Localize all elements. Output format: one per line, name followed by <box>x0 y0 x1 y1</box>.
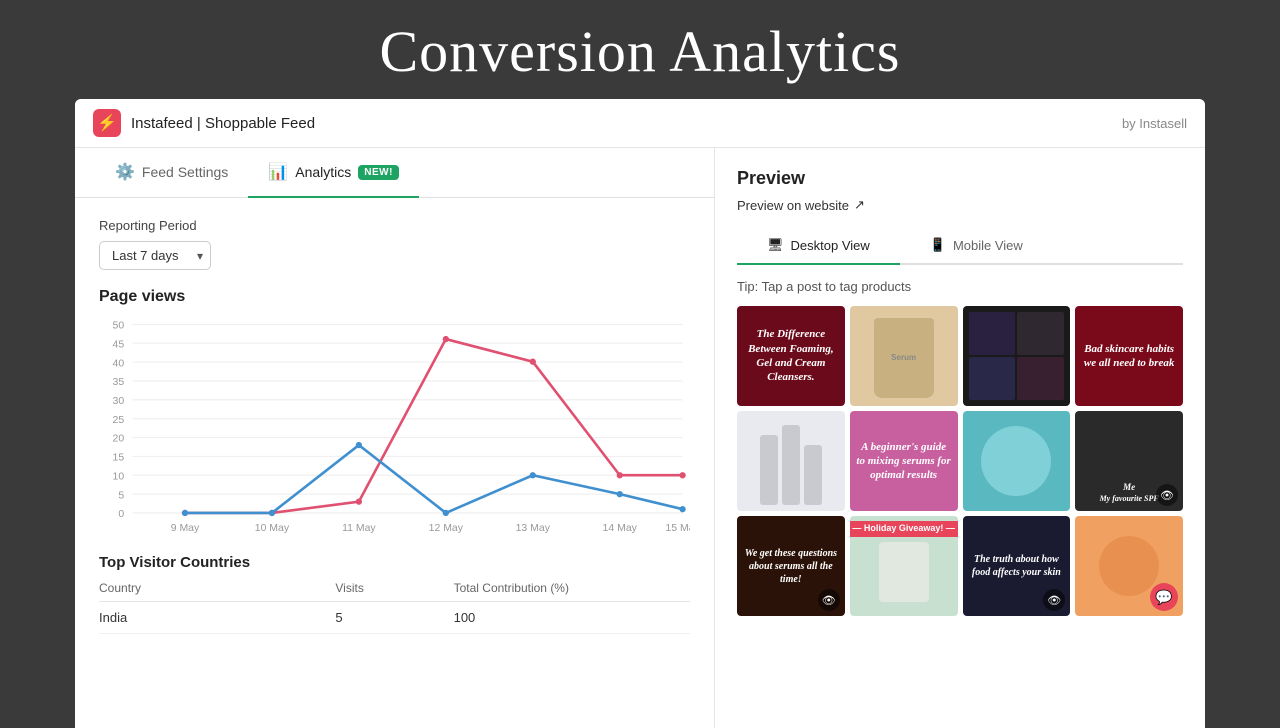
right-panel: Preview Preview on website ↗ 🖥 Desktop V… <box>715 148 1205 728</box>
grid-item-12[interactable]: 💬 <box>1075 516 1183 616</box>
tab-feed-settings-label: Feed Settings <box>142 164 228 180</box>
analytics-content: Reporting Period Last 7 days Last 30 day… <box>75 198 714 654</box>
grid-item-9[interactable]: We get these questions about serums all … <box>737 516 845 616</box>
col-country: Country <box>99 581 335 595</box>
preview-link[interactable]: Preview on website ↗ <box>737 197 1183 213</box>
app-header-by: by Instasell <box>1122 116 1187 131</box>
svg-text:0: 0 <box>118 509 124 520</box>
col-visits: Visits <box>335 581 453 595</box>
svg-text:45: 45 <box>113 339 125 350</box>
top-visitor-title: Top Visitor Countries <box>99 554 690 571</box>
svg-text:13 May: 13 May <box>516 523 551 534</box>
tip-text: Tip: Tap a post to tag products <box>737 279 1183 294</box>
hidden-icon-9: 👁 <box>818 589 840 611</box>
app-icon: ⚡ <box>93 109 121 137</box>
grid-item-8[interactable]: MeMy favourite SPF 👁 <box>1075 411 1183 511</box>
tab-analytics[interactable]: 📊 Analytics NEW! <box>248 148 419 198</box>
blue-dot-5 <box>530 472 536 478</box>
app-window: ⚡ Instafeed | Shoppable Feed by Instasel… <box>75 99 1205 728</box>
tab-analytics-label: Analytics <box>295 164 351 180</box>
app-header-left: ⚡ Instafeed | Shoppable Feed <box>93 109 315 137</box>
svg-text:11 May: 11 May <box>342 523 376 534</box>
row-visits: 5 <box>335 610 453 625</box>
chart-area: 50 45 40 35 30 25 20 15 10 5 0 <box>99 316 690 536</box>
gear-icon: ⚙️ <box>115 162 135 182</box>
pink-dot-3 <box>356 498 362 504</box>
svg-text:10: 10 <box>113 471 125 482</box>
svg-text:15: 15 <box>113 453 125 464</box>
blue-dot-4 <box>443 510 449 516</box>
desktop-view-label: Desktop View <box>791 238 870 253</box>
new-badge: NEW! <box>358 165 399 180</box>
app-header: ⚡ Instafeed | Shoppable Feed by Instasel… <box>75 99 1205 148</box>
grid-item-5[interactable] <box>737 411 845 511</box>
preview-title: Preview <box>737 168 1183 189</box>
app-header-title: Instafeed | Shoppable Feed <box>131 115 315 132</box>
row-contribution: 100 <box>454 610 690 625</box>
tip-label: Tip: <box>737 279 762 294</box>
pink-dot-5 <box>530 359 536 365</box>
svg-text:30: 30 <box>113 396 125 407</box>
pink-line <box>185 339 683 513</box>
image-grid: The Difference Between Foaming, Gel and … <box>737 306 1183 616</box>
svg-text:9 May: 9 May <box>171 523 200 534</box>
row-country: India <box>99 610 335 625</box>
blue-dot-3 <box>356 442 362 448</box>
pink-dot-4 <box>443 336 449 342</box>
pink-dot-6 <box>617 472 623 478</box>
app-body: ⚙️ Feed Settings 📊 Analytics NEW! Report… <box>75 148 1205 728</box>
blue-dot-6 <box>617 491 623 497</box>
mobile-view-label: Mobile View <box>953 238 1023 253</box>
hidden-icon-8: 👁 <box>1156 484 1178 506</box>
blue-dot-7 <box>679 506 685 512</box>
svg-text:35: 35 <box>113 377 125 388</box>
blue-dot-2 <box>269 510 275 516</box>
chat-bubble-icon: 💬 <box>1150 583 1178 611</box>
tabs-bar: ⚙️ Feed Settings 📊 Analytics NEW! <box>75 148 714 198</box>
svg-text:50: 50 <box>113 321 125 332</box>
reporting-period: Reporting Period Last 7 days Last 30 day… <box>99 218 690 270</box>
table-row: India 5 100 <box>99 602 690 634</box>
svg-text:12 May: 12 May <box>429 523 464 534</box>
svg-text:15 May: 15 May <box>665 523 690 534</box>
grid-item-7[interactable] <box>963 411 1071 511</box>
reporting-period-label: Reporting Period <box>99 218 690 233</box>
period-select-wrap[interactable]: Last 7 days Last 30 days Last 90 days <box>99 241 211 270</box>
grid-item-2[interactable]: Serum <box>850 306 958 406</box>
table-header: Country Visits Total Contribution (%) <box>99 581 690 602</box>
period-select[interactable]: Last 7 days Last 30 days Last 90 days <box>99 241 211 270</box>
page-views-title: Page views <box>99 288 690 306</box>
external-link-icon: ↗ <box>854 197 865 213</box>
chart-icon: 📊 <box>268 162 288 182</box>
col-contribution: Total Contribution (%) <box>454 581 690 595</box>
grid-item-6[interactable]: A beginner's guide to mixing serums for … <box>850 411 958 511</box>
svg-text:20: 20 <box>113 434 125 445</box>
grid-item-10[interactable]: — Holiday Giveaway! — <box>850 516 958 616</box>
svg-text:10 May: 10 May <box>255 523 290 534</box>
page-title: Conversion Analytics <box>0 18 1280 85</box>
view-tabs: 🖥 Desktop View 📱 Mobile View <box>737 227 1183 265</box>
pink-dot-7 <box>679 472 685 478</box>
tip-content: Tap a post to tag products <box>762 279 912 294</box>
svg-text:14 May: 14 May <box>603 523 638 534</box>
svg-text:25: 25 <box>113 415 125 426</box>
svg-text:5: 5 <box>118 490 124 501</box>
left-panel: ⚙️ Feed Settings 📊 Analytics NEW! Report… <box>75 148 715 728</box>
grid-item-4[interactable]: Bad skincare habits we all need to break <box>1075 306 1183 406</box>
tab-feed-settings[interactable]: ⚙️ Feed Settings <box>95 148 248 198</box>
mobile-icon: 📱 <box>930 237 946 253</box>
blue-line <box>185 445 683 513</box>
grid-item-3[interactable] <box>963 306 1071 406</box>
tab-desktop-view[interactable]: 🖥 Desktop View <box>737 227 900 265</box>
desktop-icon: 🖥 <box>767 237 784 253</box>
chart-svg: 50 45 40 35 30 25 20 15 10 5 0 <box>99 316 690 536</box>
tab-mobile-view[interactable]: 📱 Mobile View <box>900 227 1053 265</box>
blue-dot-1 <box>182 510 188 516</box>
holiday-badge: — Holiday Giveaway! — <box>850 521 958 537</box>
grid-item-11[interactable]: The truth about how food affects your sk… <box>963 516 1071 616</box>
svg-text:40: 40 <box>113 358 125 369</box>
grid-item-1[interactable]: The Difference Between Foaming, Gel and … <box>737 306 845 406</box>
preview-link-text: Preview on website <box>737 198 849 213</box>
